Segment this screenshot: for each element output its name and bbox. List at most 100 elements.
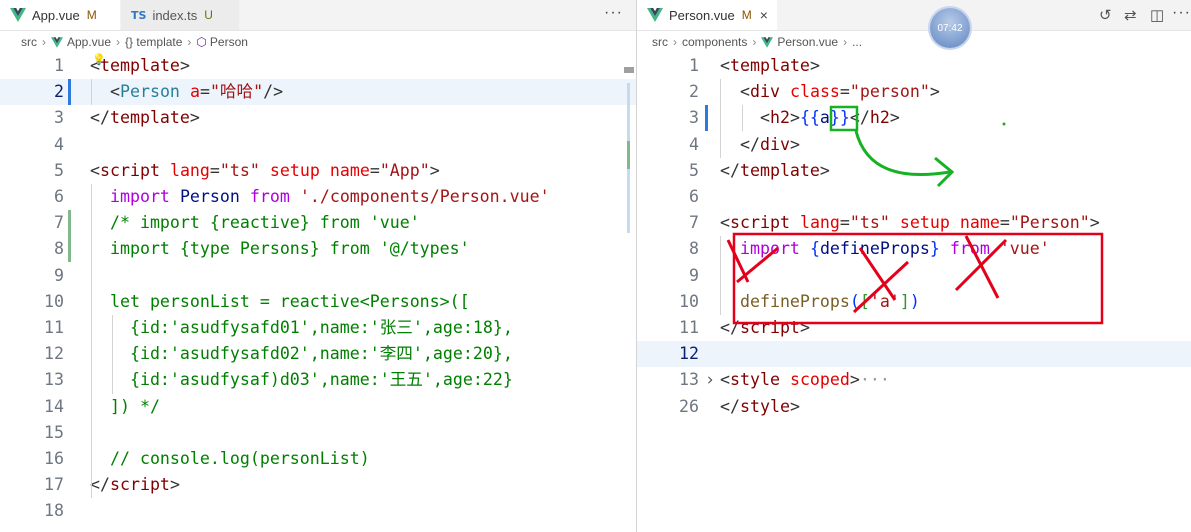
code-line[interactable]: 15: [0, 420, 636, 446]
code-line[interactable]: 26 </style>: [637, 394, 1191, 420]
code-token: >: [809, 56, 820, 75]
code-line[interactable]: 12 {id:'asudfysafd02',name:'李四',age:20},: [0, 341, 636, 367]
code-token: >: [169, 475, 180, 495]
code-text: <div class="person">: [720, 79, 940, 105]
code-token: }: [929, 239, 940, 259]
code-line[interactable]: 6 import Person from './components/Perso…: [0, 184, 636, 210]
chevron-right-icon: ›: [752, 35, 757, 49]
breadcrumb-component[interactable]: Person: [210, 35, 248, 49]
code-line[interactable]: 9: [0, 263, 636, 289]
line-number: 2: [54, 82, 64, 102]
more-actions-icon[interactable]: ···: [604, 4, 623, 22]
code-text: // console.log(personList): [90, 446, 370, 472]
line-number: 3: [689, 108, 699, 128]
code-line[interactable]: 2 <Person a="哈哈"/>: [0, 79, 636, 106]
breadcrumb-rest[interactable]: ...: [852, 35, 862, 49]
breadcrumb-subfolder[interactable]: components: [682, 35, 747, 49]
code-token: Person: [119, 82, 180, 102]
code-token: </: [720, 396, 740, 416]
code-line[interactable]: 18: [0, 498, 636, 524]
code-line[interactable]: 13 {id:'asudfysaf)d03',name:'王五',age:22}: [0, 367, 636, 393]
code-token: style: [730, 370, 780, 390]
code-line[interactable]: 14 ]) */: [0, 394, 636, 420]
line-number: 5: [54, 160, 64, 180]
line-number: 14: [44, 396, 64, 416]
code-token: </: [720, 318, 740, 337]
history-icon[interactable]: ↺: [1099, 6, 1112, 24]
code-token: h2: [769, 108, 790, 128]
code-line[interactable]: 8 import {type Persons} from '@/types': [0, 236, 636, 262]
code-line[interactable]: 17 </script>: [0, 472, 636, 498]
breadcrumb-node[interactable]: {} template: [125, 35, 182, 49]
tab-app-vue[interactable]: App.vue M: [0, 0, 120, 30]
split-editor-icon[interactable]: ◫: [1150, 6, 1164, 24]
close-icon[interactable]: ×: [760, 7, 768, 23]
line-number: 12: [679, 344, 699, 364]
code-line[interactable]: 1 <template> 💡: [0, 53, 636, 79]
code-line[interactable]: 10 let personList = reactive<Persons>([: [0, 289, 636, 315]
tab-person-vue[interactable]: Person.vue M ×: [637, 0, 777, 30]
code-token: name: [329, 160, 370, 180]
code-text: </script>: [90, 472, 180, 498]
scrollbar[interactable]: [624, 53, 636, 532]
git-change-marker[interactable]: [68, 210, 71, 262]
line-number: 6: [54, 187, 64, 206]
breadcrumb-folder[interactable]: src: [652, 35, 668, 49]
code-text: </script>: [720, 315, 810, 341]
git-change-marker[interactable]: [68, 79, 71, 105]
code-token: template: [100, 56, 180, 75]
code-line[interactable]: 6: [637, 184, 1191, 210]
code-line[interactable]: 7 /* import {reactive} from 'vue': [0, 210, 636, 236]
code-token: ]: [899, 291, 910, 311]
lightbulb-icon[interactable]: 💡: [92, 47, 106, 73]
breadcrumb-folder[interactable]: src: [21, 35, 37, 49]
line-number: 11: [44, 318, 64, 337]
line-number: 13: [679, 370, 699, 390]
code-line[interactable]: 5 <script lang="ts" setup name="App">: [0, 158, 636, 184]
code-token: "App": [379, 160, 430, 180]
code-line[interactable]: 12: [637, 341, 1191, 368]
git-change-marker[interactable]: [705, 105, 708, 131]
code-line[interactable]: 11 </script>: [637, 315, 1191, 341]
code-token: 'vue': [999, 239, 1050, 259]
code-line[interactable]: 1 <template>: [637, 53, 1191, 79]
tab-index-ts[interactable]: TS index.ts U: [121, 0, 239, 30]
code-token: </: [720, 134, 760, 154]
code-token: script: [100, 160, 160, 180]
chevron-right-icon: ›: [42, 35, 46, 49]
code-line[interactable]: 5 </template>: [637, 158, 1191, 184]
compare-changes-icon[interactable]: ⇄: [1124, 6, 1137, 24]
tab-label: Person.vue: [669, 7, 735, 23]
code-token: {id:'asudfysafd01',name:'张三',age:18},: [90, 318, 513, 337]
tab-label: App.vue: [32, 7, 80, 23]
code-line[interactable]: 4: [0, 132, 636, 158]
code-line[interactable]: 3 </template>: [0, 105, 636, 131]
code-text: defineProps(['a']): [720, 289, 920, 315]
code-editor-right[interactable]: 1 <template> 2 <div class="person"> 3 <h2>{…: [637, 53, 1191, 532]
code-text: <h2>{{a}}</h2>: [720, 105, 900, 131]
more-actions-icon[interactable]: ···: [1172, 4, 1191, 22]
code-token: "哈哈": [209, 82, 264, 102]
vue-icon: [10, 8, 26, 22]
line-number: 10: [44, 291, 64, 311]
code-line[interactable]: 16 // console.log(personList): [0, 446, 636, 472]
breadcrumb-file[interactable]: Person.vue: [777, 35, 838, 49]
code-line[interactable]: 7 <script lang="ts" setup name="Person">: [637, 210, 1191, 236]
left-tab-bar: App.vue M TS index.ts U ···: [0, 0, 636, 31]
code-token: scoped: [789, 370, 850, 390]
code-token: ]) */: [90, 396, 160, 416]
code-token: import {type Persons} from '@/types': [90, 239, 470, 259]
code-line[interactable]: 13 <style scoped>··· ›: [637, 367, 1191, 393]
code-editor-left[interactable]: 1 <template> 💡 2 <Person a="哈哈"/> 3 </templat…: [0, 53, 636, 532]
fold-chevron-icon[interactable]: ›: [705, 367, 715, 393]
code-token: >: [429, 160, 440, 180]
code-line[interactable]: 11 {id:'asudfysafd01',name:'张三',age:18},: [0, 315, 636, 341]
component-icon: ⬡: [196, 35, 207, 49]
